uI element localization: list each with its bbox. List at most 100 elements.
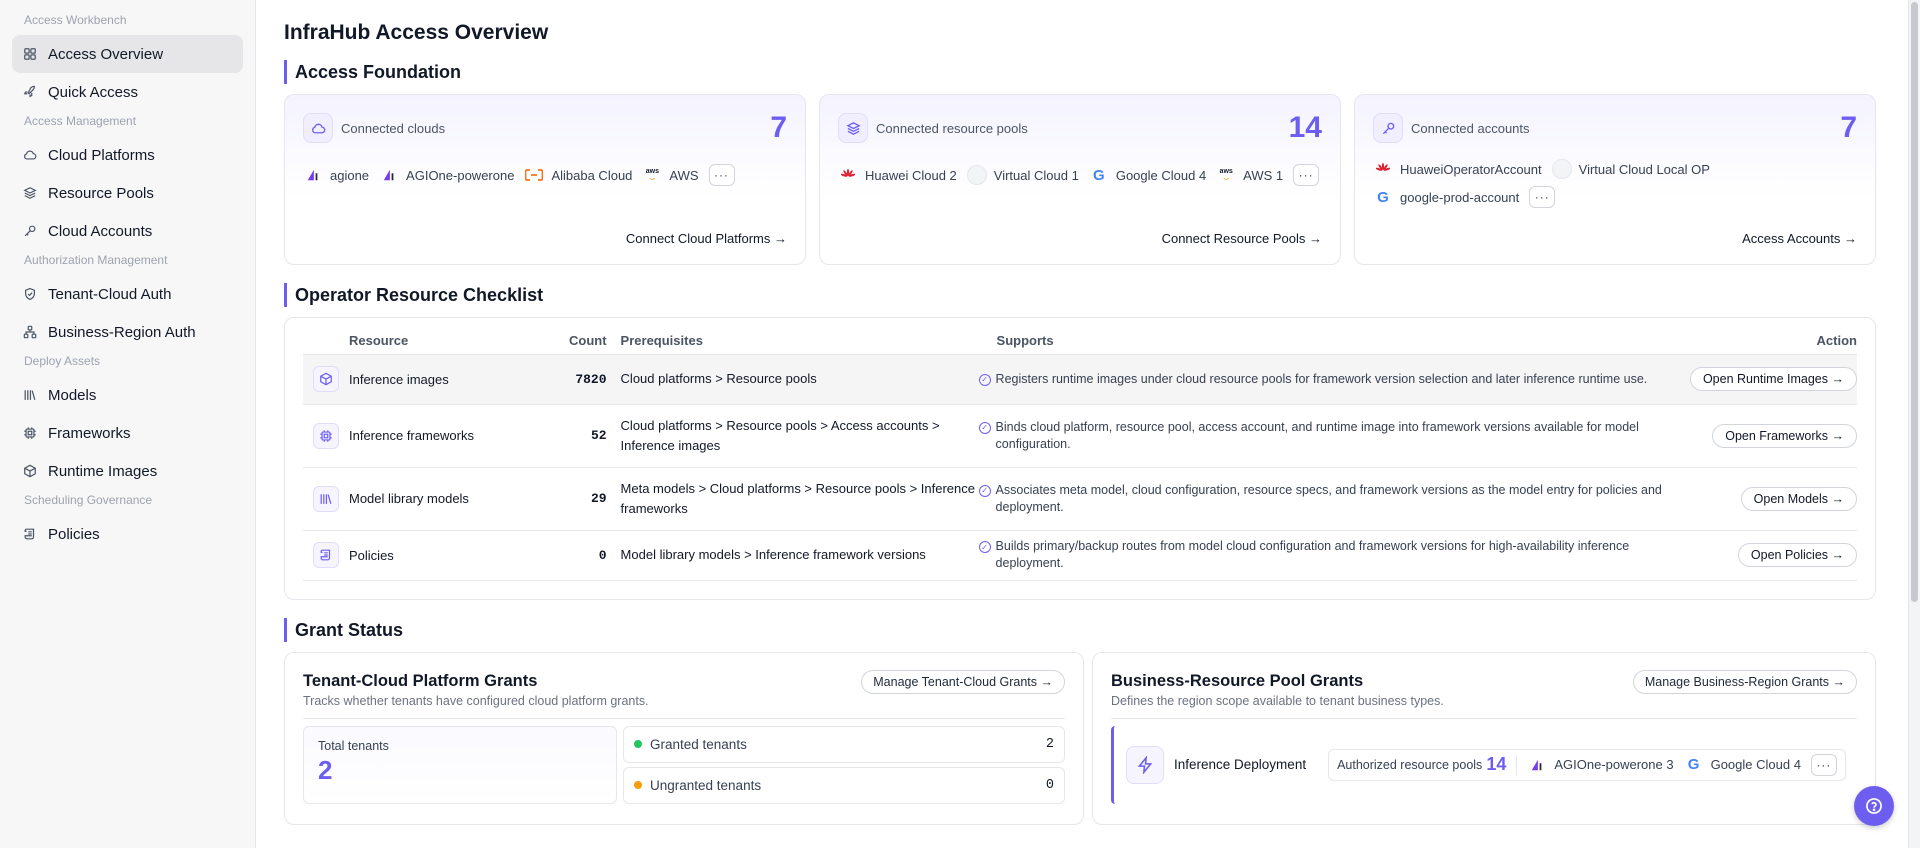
more-button[interactable]: ··· (1293, 164, 1320, 186)
scrollbar-thumb[interactable] (1911, 2, 1918, 602)
checklist-table: Resource Count Prerequisites Supports Ac… (303, 332, 1857, 581)
grid-icon (22, 46, 38, 62)
supports-text: Associates meta model, cloud configurati… (995, 482, 1662, 514)
agione-logo-icon (303, 165, 323, 185)
table-row: Model library models 29 Meta models > Cl… (303, 467, 1857, 531)
sidebar-item-runtime-images[interactable]: Runtime Images (12, 452, 243, 490)
open-frameworks-button[interactable]: Open Frameworks → (1712, 423, 1857, 448)
shield-icon (22, 286, 38, 302)
aws-logo-icon: aws ⌣ (1219, 168, 1233, 183)
chip: AGIOne-powerone (379, 163, 514, 187)
resource-count: 0 (569, 530, 621, 581)
access-accounts-link[interactable]: Access Accounts → (1742, 231, 1857, 246)
open-runtime-images-button[interactable]: Open Runtime Images → (1689, 367, 1857, 391)
layers-icon (22, 185, 38, 201)
tenant-cloud-grants-card: Tenant-Cloud Platform Grants Tracks whet… (284, 651, 1084, 825)
chip: aws ⌣ AWS 1 (1216, 163, 1284, 187)
open-models-button[interactable]: Open Models → (1740, 486, 1857, 511)
granted-tenants-value: 2 (1045, 736, 1054, 752)
huawei-logo-icon (1373, 159, 1393, 179)
manage-tenant-cloud-grants-button[interactable]: Manage Tenant-Cloud Grants → (861, 669, 1065, 694)
sidebar-item-label: Cloud Platforms (48, 146, 155, 164)
nav-group-label: Access Workbench (24, 13, 127, 27)
chip: Virtual Cloud Local OP (1551, 157, 1710, 181)
cloud-icon (303, 113, 333, 143)
col-header-count: Count (569, 332, 621, 355)
sidebar: Access Workbench Access Overview Quick A… (0, 0, 256, 848)
chip-list: HuaweiOperatorAccount Virtual Cloud Loca… (1373, 157, 1857, 209)
chip-list: Huawei Cloud 2 Virtual Cloud 1 G Google C… (838, 163, 1322, 187)
sidebar-item-label: Business-Region Auth (48, 323, 196, 341)
resource-count: 52 (569, 404, 621, 468)
aws-logo-icon: aws ⌣ (645, 168, 660, 183)
inference-deployment-row: Inference Deployment Authorized resource… (1111, 725, 1857, 804)
sidebar-item-cloud-accounts[interactable]: Cloud Accounts (12, 212, 243, 250)
pool-label: Authorized resource pools (1337, 757, 1483, 772)
more-button[interactable]: ··· (708, 164, 735, 186)
connect-resource-pools-link[interactable]: Connect Resource Pools → (1162, 231, 1322, 246)
ungranted-tenants-row: Ungranted tenants 0 (623, 766, 1065, 804)
main-content: InfraHub Access Overview Access Foundati… (256, 0, 1920, 848)
sidebar-item-tenant-cloud-auth[interactable]: Tenant-Cloud Auth (12, 275, 243, 313)
resource-name: Model library models (349, 467, 569, 531)
app: Access Workbench Access Overview Quick A… (0, 0, 1920, 848)
nav-group-label: Scheduling Governance (24, 493, 153, 507)
col-header-prereq: Prerequisites (620, 332, 979, 355)
help-icon (1866, 798, 1882, 814)
open-policies-button[interactable]: Open Policies → (1737, 543, 1857, 567)
card-subtitle: Defines the region scope available to te… (1111, 693, 1444, 708)
section-title-foundation: Access Foundation (284, 60, 1892, 84)
sidebar-item-models[interactable]: Models (12, 376, 243, 414)
more-button[interactable]: ··· (1529, 186, 1556, 208)
pool-count: 14 (1486, 754, 1507, 774)
granted-tenants-row: Granted tenants 2 (623, 725, 1065, 763)
prerequisites: Cloud platforms > Resource pools (620, 354, 979, 405)
help-button[interactable] (1854, 786, 1894, 826)
cloud-icon (22, 147, 38, 163)
scroll-icon (22, 526, 38, 542)
chip: Alibaba Cloud (524, 163, 632, 187)
sidebar-item-label: Tenant-Cloud Auth (48, 285, 172, 303)
sidebar-item-cloud-platforms[interactable]: Cloud Platforms (12, 136, 243, 174)
chip: Huawei Cloud 2 (838, 163, 957, 187)
connected-resource-pools-card: Connected resource pools 14 Huawei Cloud… (819, 94, 1341, 265)
resource-name: Policies (349, 530, 569, 581)
sidebar-item-quick-access[interactable]: Quick Access (12, 73, 243, 111)
more-button[interactable]: ··· (1810, 753, 1837, 776)
resource-count: 7820 (569, 354, 621, 405)
table-row: Inference frameworks 52 Cloud platforms … (303, 404, 1857, 468)
prerequisites: Meta models > Cloud platforms > Resource… (620, 467, 979, 531)
connect-cloud-platforms-link[interactable]: Connect Cloud Platforms → (626, 231, 787, 246)
card-label: Connected resource pools (876, 120, 1028, 136)
chip: agione (303, 163, 369, 187)
sidebar-item-frameworks[interactable]: Frameworks (12, 414, 243, 452)
page-title: InfraHub Access Overview (284, 21, 549, 44)
sidebar-item-business-region-auth[interactable]: Business-Region Auth (12, 313, 243, 351)
chip-icon (313, 422, 339, 449)
agione-logo-icon (1527, 755, 1547, 775)
connected-accounts-card: Connected accounts 7 HuaweiOperatorAccou… (1354, 94, 1876, 265)
resource-name: Inference frameworks (349, 404, 569, 468)
chip-icon (22, 425, 38, 441)
checklist-card: Resource Count Prerequisites Supports Ac… (284, 317, 1876, 600)
placeholder-logo-icon (1551, 159, 1572, 179)
sidebar-item-label: Frameworks (48, 424, 131, 442)
table-row: Inference images 7820 Cloud platforms > … (303, 354, 1857, 405)
scrollbar[interactable] (1908, 0, 1920, 848)
status-dot-orange (634, 781, 642, 789)
sidebar-item-resource-pools[interactable]: Resource Pools (12, 174, 243, 212)
business-resource-pool-grants-card: Business-Resource Pool Grants Defines th… (1092, 651, 1876, 825)
key-icon (22, 223, 38, 239)
nav-group-label: Access Management (24, 114, 137, 128)
sidebar-item-label: Resource Pools (48, 184, 154, 202)
sidebar-item-policies[interactable]: Policies (12, 515, 243, 553)
sidebar-item-label: Runtime Images (48, 462, 158, 480)
resource-count: 29 (569, 467, 621, 531)
manage-business-region-grants-button[interactable]: Manage Business-Region Grants → (1632, 669, 1857, 694)
supports-text: Registers runtime images under cloud res… (995, 371, 1648, 386)
table-row: Policies 0 Model library models > Infere… (303, 530, 1857, 581)
sidebar-item-label: Cloud Accounts (48, 222, 153, 240)
sidebar-item-access-overview[interactable]: Access Overview (12, 35, 243, 73)
prerequisites: Model library models > Inference framewo… (620, 530, 979, 581)
lightning-icon (1126, 745, 1164, 784)
